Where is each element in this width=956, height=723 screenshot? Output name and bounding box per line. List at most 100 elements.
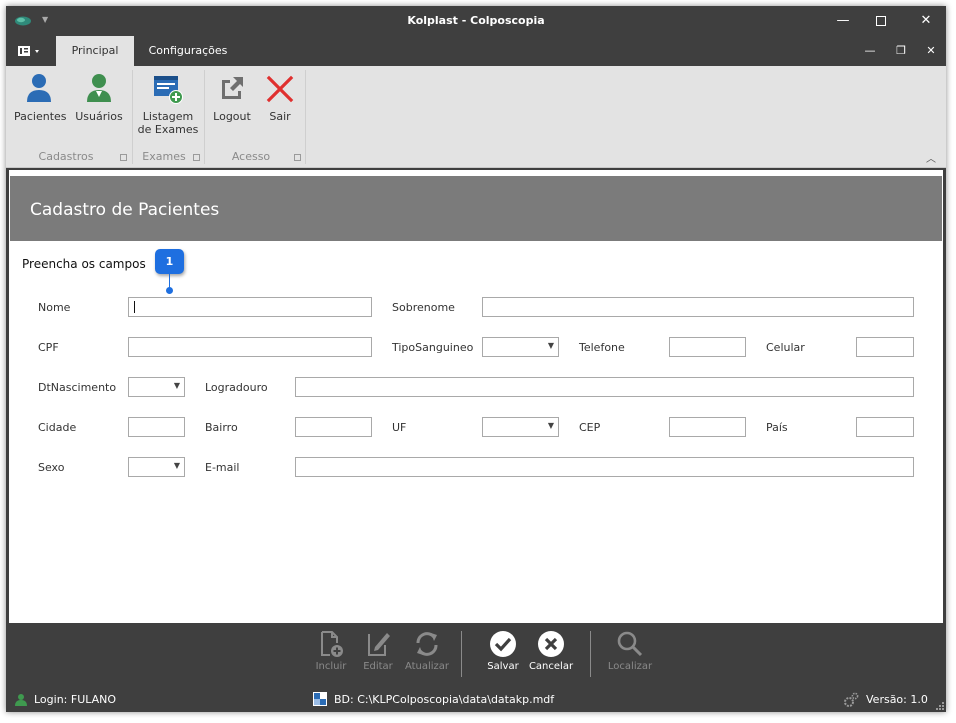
logradouro-input[interactable] bbox=[295, 377, 914, 397]
logout-icon bbox=[222, 77, 243, 99]
dt-nascimento-label: DtNascimento bbox=[38, 381, 117, 394]
status-bar: Login: FULANO BD: C:\KLPColposcopia\data… bbox=[6, 686, 946, 712]
exames-launcher-icon[interactable] bbox=[193, 154, 200, 161]
chevron-down-icon: ▼ bbox=[173, 461, 180, 470]
exam-list-icon bbox=[154, 76, 183, 104]
salvar-button[interactable]: Salvar bbox=[479, 629, 527, 672]
sair-label: Sair bbox=[269, 110, 291, 123]
cancelar-button[interactable]: Cancelar bbox=[525, 629, 577, 672]
telefone-label: Telefone bbox=[579, 341, 625, 354]
nome-input[interactable] bbox=[128, 297, 372, 317]
check-circle-icon bbox=[490, 631, 516, 657]
pais-input[interactable] bbox=[856, 417, 914, 437]
cadastros-launcher-icon[interactable] bbox=[120, 154, 127, 161]
sair-button[interactable]: Sair bbox=[261, 72, 299, 123]
edit-document-icon bbox=[368, 633, 390, 656]
maximize-button[interactable] bbox=[872, 12, 890, 30]
tipo-sanguineo-label: TipoSanguineo bbox=[392, 341, 474, 354]
tab-principal[interactable]: Principal bbox=[56, 36, 134, 66]
toolbar-separator bbox=[461, 631, 462, 677]
tipo-sanguineo-select[interactable]: ▼ bbox=[482, 337, 559, 357]
localizar-label: Localizar bbox=[607, 661, 653, 672]
usuarios-button[interactable]: Usuários bbox=[74, 72, 124, 123]
ribbon-tabs: Principal Configurações — ❐ ✕ bbox=[6, 36, 946, 66]
search-icon bbox=[617, 631, 643, 657]
usuarios-label: Usuários bbox=[75, 110, 123, 123]
database-path: BD: C:\KLPColposcopia\data\datakp.mdf bbox=[334, 693, 555, 706]
window-title: Kolplast - Colposcopia bbox=[407, 14, 545, 27]
group-label-exames: Exames bbox=[142, 150, 186, 163]
uf-label: UF bbox=[392, 421, 407, 434]
ribbon-separator bbox=[204, 70, 205, 164]
nome-label: Nome bbox=[38, 301, 71, 314]
telefone-input[interactable] bbox=[669, 337, 746, 357]
listagem-exames-button[interactable]: Listagem de Exames bbox=[137, 72, 199, 136]
resize-grip-icon[interactable] bbox=[936, 702, 944, 710]
editar-button[interactable]: Editar bbox=[354, 629, 402, 672]
mdi-restore-button[interactable]: ❐ bbox=[894, 44, 908, 57]
cep-label: CEP bbox=[579, 421, 601, 434]
form-panel: Cadastro de Pacientes Preencha os campos… bbox=[9, 170, 943, 624]
sobrenome-input[interactable] bbox=[482, 297, 914, 317]
email-input[interactable] bbox=[295, 457, 914, 477]
cidade-input[interactable] bbox=[128, 417, 185, 437]
bairro-label: Bairro bbox=[205, 421, 238, 434]
pacientes-button[interactable]: Pacientes bbox=[14, 72, 67, 123]
uf-select[interactable]: ▼ bbox=[482, 417, 559, 437]
group-label-cadastros: Cadastros bbox=[38, 150, 94, 163]
form-header: Cadastro de Pacientes bbox=[10, 176, 942, 241]
refresh-icon bbox=[416, 632, 438, 656]
incluir-button[interactable]: Incluir bbox=[307, 629, 355, 672]
chevron-down-icon: ▼ bbox=[173, 381, 180, 390]
app-menu-icon[interactable] bbox=[16, 44, 44, 58]
user-icon bbox=[15, 694, 27, 706]
gear-icon bbox=[844, 692, 859, 707]
salvar-label: Salvar bbox=[487, 661, 519, 672]
listagem-label-line1: Listagem bbox=[142, 110, 194, 123]
title-bar: ▼ Kolplast - Colposcopia — ✕ bbox=[6, 6, 946, 36]
sexo-select[interactable]: ▼ bbox=[128, 457, 185, 477]
mdi-minimize-button[interactable]: — bbox=[863, 44, 877, 57]
user-icon bbox=[87, 74, 111, 102]
cpf-label: CPF bbox=[38, 341, 59, 354]
sexo-label: Sexo bbox=[38, 461, 65, 474]
bairro-input[interactable] bbox=[295, 417, 372, 437]
localizar-button[interactable]: Localizar bbox=[603, 629, 657, 672]
mdi-close-button[interactable]: ✕ bbox=[924, 44, 938, 57]
atualizar-button[interactable]: Atualizar bbox=[401, 629, 453, 672]
dt-nascimento-picker[interactable]: ▼ bbox=[128, 377, 185, 397]
ribbon-separator bbox=[132, 70, 133, 164]
email-label: E-mail bbox=[205, 461, 240, 474]
acesso-launcher-icon[interactable] bbox=[294, 154, 301, 161]
cancelar-label: Cancelar bbox=[528, 661, 574, 672]
sobrenome-label: Sobrenome bbox=[392, 301, 455, 314]
logradouro-label: Logradouro bbox=[205, 381, 268, 394]
pacientes-label: Pacientes bbox=[14, 110, 67, 123]
close-button[interactable]: ✕ bbox=[917, 12, 935, 30]
cep-input[interactable] bbox=[669, 417, 746, 437]
collapse-ribbon-icon[interactable]: ︿ bbox=[926, 150, 936, 165]
cidade-label: Cidade bbox=[38, 421, 77, 434]
listagem-label-line2: de Exames bbox=[137, 123, 199, 136]
logout-label: Logout bbox=[213, 110, 251, 123]
logout-button[interactable]: Logout bbox=[209, 72, 255, 123]
ribbon: Pacientes Usuários Cadastros Listagem de… bbox=[6, 66, 946, 168]
person-icon bbox=[27, 74, 51, 102]
step-badge: 1 bbox=[155, 249, 184, 274]
editar-label: Editar bbox=[363, 661, 393, 672]
maximize-icon bbox=[876, 16, 886, 26]
tab-configuracoes[interactable]: Configurações bbox=[140, 36, 236, 66]
exit-icon bbox=[266, 75, 294, 103]
cpf-input[interactable] bbox=[128, 337, 372, 357]
minimize-button[interactable]: — bbox=[834, 12, 852, 30]
database-icon bbox=[313, 692, 327, 706]
incluir-label: Incluir bbox=[315, 661, 347, 672]
pais-label: País bbox=[766, 421, 788, 434]
celular-label: Celular bbox=[766, 341, 805, 354]
action-toolbar: Incluir Editar Atualizar Salvar Cancelar… bbox=[9, 623, 943, 685]
form-instruction: Preencha os campos bbox=[22, 257, 146, 271]
celular-input[interactable] bbox=[856, 337, 914, 357]
ribbon-separator bbox=[305, 70, 306, 164]
badge-pointer-dot bbox=[166, 287, 173, 294]
toolbar-separator bbox=[590, 631, 591, 677]
